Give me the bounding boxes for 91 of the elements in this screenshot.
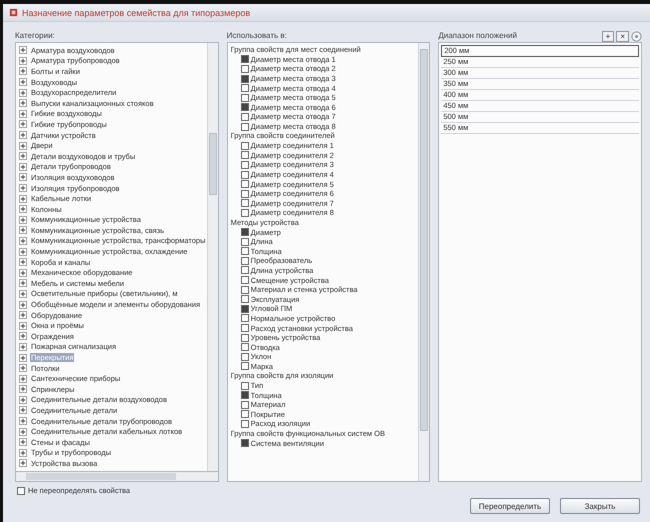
- dialog-button[interactable]: Переопределить: [470, 498, 550, 514]
- expand-icon[interactable]: [19, 152, 27, 160]
- checkbox[interactable]: [240, 382, 249, 390]
- expand-icon[interactable]: [19, 173, 27, 182]
- checkbox[interactable]: [240, 142, 249, 150]
- checkbox[interactable]: [240, 55, 249, 64]
- dialog-button[interactable]: Закрыть: [560, 498, 640, 514]
- scrollbar[interactable]: [206, 43, 218, 471]
- checkbox[interactable]: [240, 276, 249, 284]
- expand-icon[interactable]: [19, 248, 27, 256]
- remove-button[interactable]: ×: [616, 30, 630, 42]
- panel-label: Использовать в:: [226, 30, 288, 42]
- expand-icon[interactable]: [19, 88, 27, 97]
- expand-icon[interactable]: [19, 354, 27, 362]
- expand-icon[interactable]: [19, 385, 27, 394]
- app-icon: [9, 8, 18, 17]
- expand-icon[interactable]: [19, 428, 27, 436]
- expand-icon[interactable]: [19, 364, 27, 372]
- expand-icon[interactable]: [19, 279, 27, 288]
- checkbox[interactable]: [240, 343, 249, 352]
- help-icon[interactable]: [631, 30, 642, 42]
- window-title: Назначение параметров семейства для типоразмеров: [22, 8, 250, 18]
- checkbox[interactable]: [17, 486, 25, 494]
- expand-icon[interactable]: [19, 459, 27, 468]
- expand-icon[interactable]: [19, 268, 27, 277]
- expand-icon[interactable]: [19, 332, 27, 340]
- checkbox[interactable]: [240, 256, 249, 265]
- expand-icon[interactable]: [19, 258, 27, 266]
- checkbox[interactable]: [240, 208, 249, 217]
- expand-icon[interactable]: [19, 406, 27, 414]
- checkbox[interactable]: [240, 180, 249, 188]
- checkbox[interactable]: [240, 314, 249, 322]
- checkbox[interactable]: [240, 439, 249, 448]
- checkbox[interactable]: [240, 160, 249, 169]
- expand-icon[interactable]: [19, 374, 27, 383]
- checkbox[interactable]: [240, 295, 249, 304]
- panel-label: Категории:: [15, 30, 56, 42]
- checkbox[interactable]: [240, 410, 249, 418]
- expand-icon[interactable]: [19, 194, 27, 203]
- checkbox[interactable]: [240, 112, 249, 121]
- checkbox[interactable]: [240, 352, 249, 361]
- expand-icon[interactable]: [19, 236, 27, 245]
- checkbox[interactable]: [240, 238, 249, 246]
- expand-icon[interactable]: [19, 78, 27, 86]
- checkbox[interactable]: [240, 420, 249, 428]
- scrollbar[interactable]: [418, 43, 430, 481]
- checkbox[interactable]: [240, 266, 249, 274]
- checkbox[interactable]: [240, 64, 249, 73]
- checkbox[interactable]: [240, 286, 249, 294]
- checkbox[interactable]: [240, 74, 249, 83]
- panel-label: Диапазон положений: [438, 30, 517, 42]
- checkbox[interactable]: [240, 247, 249, 256]
- expand-icon[interactable]: [19, 226, 27, 234]
- expand-icon[interactable]: [19, 120, 27, 128]
- expand-icon[interactable]: [19, 396, 27, 404]
- checkbox[interactable]: [240, 94, 249, 102]
- scrollbar[interactable]: [15, 472, 219, 482]
- expand-icon[interactable]: [19, 67, 27, 76]
- expand-icon[interactable]: [19, 110, 27, 118]
- checkbox[interactable]: [240, 304, 249, 313]
- checkbox[interactable]: [240, 324, 249, 332]
- checkbox[interactable]: [240, 151, 249, 160]
- expand-icon[interactable]: [19, 56, 27, 65]
- expand-icon[interactable]: [19, 99, 27, 108]
- expand-icon[interactable]: [19, 162, 27, 171]
- expand-icon[interactable]: [19, 448, 27, 457]
- checkbox[interactable]: [240, 400, 249, 409]
- checkbox[interactable]: [240, 334, 249, 342]
- expand-icon[interactable]: [19, 46, 27, 54]
- checkbox[interactable]: [240, 190, 249, 198]
- expand-icon[interactable]: [19, 216, 27, 224]
- expand-icon[interactable]: [19, 342, 27, 351]
- checkbox[interactable]: [240, 391, 249, 400]
- expand-icon[interactable]: [19, 438, 27, 446]
- checkbox[interactable]: [240, 170, 249, 179]
- expand-icon[interactable]: [19, 290, 27, 298]
- expand-icon[interactable]: [19, 184, 27, 192]
- checkbox[interactable]: [240, 362, 249, 370]
- expand-icon[interactable]: [19, 322, 27, 330]
- checkbox[interactable]: [240, 199, 249, 208]
- expand-icon[interactable]: [19, 417, 27, 426]
- expand-icon[interactable]: [19, 300, 27, 309]
- checkbox[interactable]: [240, 103, 249, 112]
- expand-icon[interactable]: [19, 311, 27, 320]
- checkbox[interactable]: [240, 84, 249, 92]
- checkbox[interactable]: [240, 228, 249, 236]
- expand-icon[interactable]: [19, 205, 27, 214]
- expand-icon[interactable]: [19, 131, 27, 140]
- expand-icon[interactable]: [19, 142, 27, 150]
- add-button[interactable]: +: [602, 30, 614, 42]
- checkbox[interactable]: [240, 122, 249, 131]
